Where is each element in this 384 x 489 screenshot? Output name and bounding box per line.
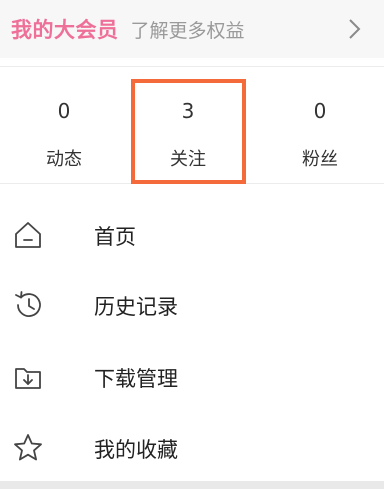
vip-subtitle: 了解更多权益	[130, 19, 245, 42]
menu-item-home[interactable]: 首页	[0, 203, 384, 263]
stat-label: 关注	[170, 149, 206, 170]
download-folder-icon	[15, 368, 41, 389]
stat-count: 0	[313, 99, 327, 123]
history-icon	[15, 291, 41, 317]
stat-count: 3	[181, 99, 195, 123]
stat-count: 0	[57, 99, 71, 123]
stat-dynamics[interactable]: 0 动态	[0, 67, 128, 185]
menu-item-label: 我的收藏	[94, 438, 178, 462]
stats-row: 0 动态 3 关注 0 粉丝	[0, 66, 384, 184]
stat-label: 粉丝	[302, 149, 338, 170]
star-icon	[14, 434, 42, 461]
menu-item-label: 首页	[94, 225, 136, 249]
stat-fans[interactable]: 0 粉丝	[256, 67, 384, 185]
home-icon	[15, 222, 41, 248]
menu-item-label: 历史记录	[94, 295, 178, 319]
menu-item-favorites[interactable]: 我的收藏	[0, 416, 384, 476]
stat-following[interactable]: 3 关注	[124, 67, 252, 185]
stat-label: 动态	[46, 149, 82, 170]
vip-banner[interactable]: 我的大会员 了解更多权益	[0, 0, 384, 58]
menu-item-label: 下载管理	[94, 367, 178, 391]
menu-item-history[interactable]: 历史记录	[0, 273, 384, 333]
chevron-right-icon	[349, 19, 361, 39]
menu-item-downloads[interactable]: 下载管理	[0, 345, 384, 405]
vip-title: 我的大会员	[11, 18, 119, 42]
bottom-divider	[0, 481, 384, 489]
